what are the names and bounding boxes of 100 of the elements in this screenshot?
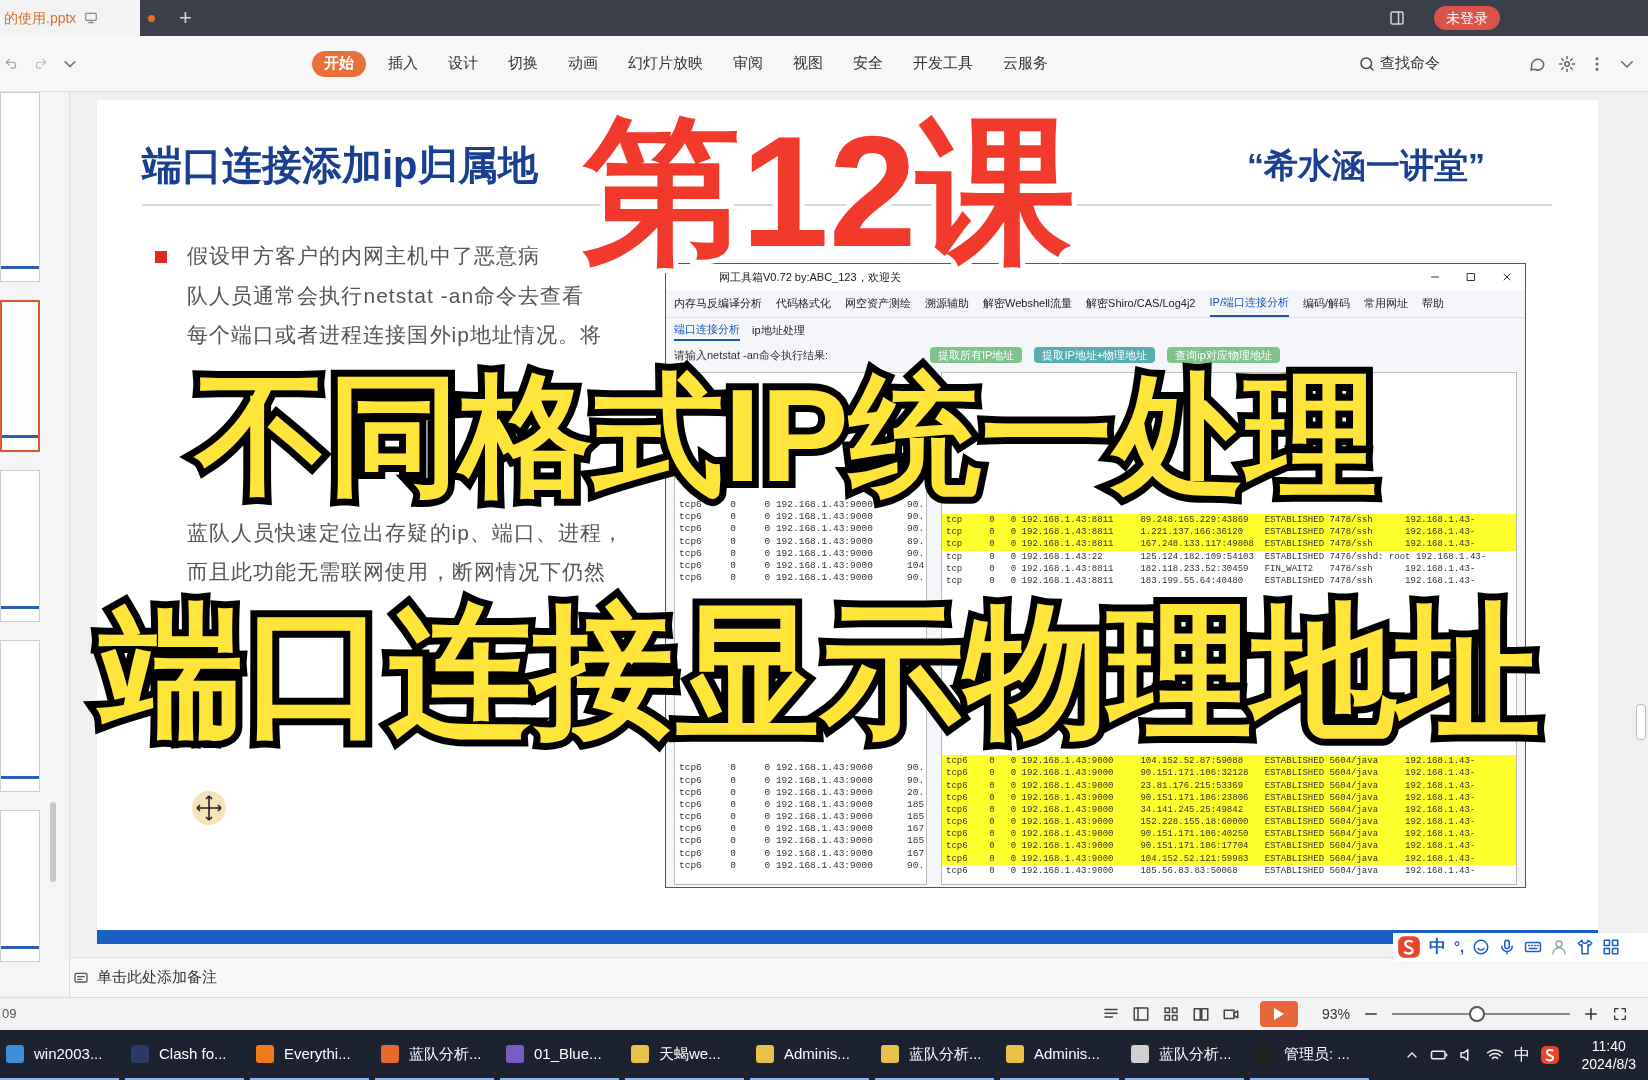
netstat-line: tcp6 0 0 192.168.1.43:9000 90. [678, 774, 926, 787]
ribbon-tab[interactable]: 设计 [440, 50, 486, 77]
result-line: tcp 0 0 192.168.1.43:8811 182.118.233.52:30459 FIN_WAIT2 7478/ssh 192.168.1.43- [945, 562, 1477, 575]
scrollbar[interactable] [1636, 704, 1646, 740]
slide-thumbnail[interactable] [0, 92, 40, 282]
search-command[interactable]: 查找命令 [1358, 52, 1440, 75]
tool-tab[interactable]: 解密Webshell流量 [983, 290, 1073, 317]
ime-logo-icon[interactable] [1539, 1045, 1560, 1065]
app-icon [1129, 1043, 1151, 1065]
paragraph-line: 假设甲方客户的内网主机中了恶意病 [187, 245, 540, 266]
result-line: tcp6 0 0 192.168.1.43:9000 185.56.83.83:50068 ESTABLISHED 5604/java 192.168.1.43- [945, 864, 1477, 877]
ime-punctuation[interactable]: °, [1454, 935, 1465, 959]
app-icon [754, 1043, 776, 1065]
paragraph-line: 而且此功能无需联网使用，断网情况下仍然 [187, 561, 606, 582]
taskbar-item[interactable]: Adminis... [1000, 1030, 1119, 1080]
app-icon [504, 1043, 526, 1065]
ribbon-tab[interactable]: 幻灯片放映 [620, 50, 711, 77]
app-icon [879, 1043, 901, 1065]
tool-tab[interactable]: 帮助 [1422, 290, 1444, 317]
clock[interactable]: 11:40 2024/8/3 [1581, 1037, 1636, 1073]
tool-tab[interactable]: 网空资产测绘 [845, 290, 911, 317]
app-icon [4, 1043, 26, 1065]
page-number: 09 [2, 1005, 17, 1024]
ribbon-tab[interactable]: 动画 [560, 50, 606, 77]
ribbon-tab[interactable]: 开发工具 [905, 50, 981, 77]
netstat-line: tcp6 0 0 192.168.1.43:9000 185 [678, 811, 926, 824]
shirt-icon[interactable] [1576, 938, 1595, 956]
new-tab-button[interactable]: + [179, 7, 192, 29]
reading-view-icon[interactable] [1191, 1005, 1210, 1023]
netstat-line: tcp6 0 0 192.168.1.43:9000 104 [678, 559, 926, 573]
netstat-line: tcp6 0 0 192.168.1.43:9000 185 [678, 798, 926, 812]
zoom-level[interactable]: 93% [1321, 1003, 1350, 1025]
split-view-icon [1388, 9, 1406, 27]
app-icon [1004, 1043, 1026, 1065]
taskbar-item[interactable]: 蓝队分析... [875, 1030, 994, 1080]
input-mode[interactable]: 中 [1513, 1043, 1530, 1067]
netstat-line: tcp6 0 0 192.168.1.43:9000 90. [678, 572, 926, 585]
slide-title: 端口连接添加ip归属地 [142, 145, 538, 185]
taskbar-item[interactable]: 01_Blue... [500, 1030, 619, 1080]
ribbon-tab[interactable]: 切换 [500, 50, 546, 77]
paragraph-line: 队人员通常会执行netstat -an命令去查看 [187, 284, 585, 306]
ribbon-tab[interactable]: 审阅 [725, 50, 771, 77]
taskbar-item[interactable]: 管理员: ... [1250, 1030, 1369, 1080]
slide-thumbnail[interactable] [0, 810, 40, 962]
monitor-icon [84, 11, 99, 25]
slide-thumbnail[interactable] [0, 640, 40, 792]
sub-tab[interactable]: ip地址处理 [752, 319, 805, 341]
tool-tab[interactable]: 编码/解码 [1302, 290, 1350, 317]
play-button[interactable] [1259, 1001, 1298, 1027]
move-cursor-icon [191, 790, 227, 826]
ime-mode[interactable]: 中 [1429, 934, 1446, 960]
slide-brand: “希水涵一讲堂” [1247, 148, 1485, 182]
smiley-icon[interactable] [1472, 938, 1491, 956]
sub-tab[interactable]: 端口连接分析 [674, 319, 740, 341]
netstat-line: tcp6 0 0 192.168.1.43:9000 167 [678, 847, 926, 860]
taskbar-item[interactable]: Clash fo... [125, 1030, 244, 1080]
ribbon-tab[interactable]: 插入 [380, 50, 426, 77]
tool-tab[interactable]: 代码格式化 [776, 290, 831, 317]
tool-tab[interactable]: 内存马反编译分析 [674, 290, 762, 317]
tool-tab[interactable]: 解密Shiro/CAS/Log4j2 [1086, 290, 1196, 317]
netstat-line: tcp6 0 0 192.168.1.43:9000 90. [678, 859, 926, 872]
dropdown-icon[interactable] [64, 59, 76, 68]
settings-icon[interactable] [1558, 54, 1576, 73]
normal-view-icon[interactable] [1131, 1005, 1150, 1023]
tool-tab[interactable]: 常用网址 [1364, 290, 1408, 317]
app-icon [379, 1043, 401, 1065]
taskbar-item[interactable]: win2003... [0, 1030, 119, 1080]
netstat-line: tcp6 0 0 192.168.1.43:9000 90. [678, 511, 926, 524]
grid-menu-icon[interactable] [1602, 938, 1621, 956]
scrollbar[interactable] [50, 802, 56, 882]
ribbon-tab[interactable]: 视图 [785, 50, 831, 77]
taskbar-item[interactable]: 蓝队分析... [1125, 1030, 1244, 1080]
fit-window-icon[interactable] [1612, 1005, 1628, 1023]
netstat-line: tcp6 0 0 192.168.1.43:9000 185 [678, 835, 926, 848]
notes-bar[interactable]: 单击此处添加备注 [70, 957, 1648, 997]
netstat-line: tcp6 0 0 192.168.1.43:9000 90. [678, 762, 926, 775]
slide-thumbnail[interactable] [0, 470, 40, 622]
ribbon-tab[interactable]: 安全 [845, 50, 891, 77]
grid-view-icon[interactable] [1161, 1005, 1180, 1023]
search-icon [1358, 54, 1376, 73]
paragraph-line: 蓝队人员快速定位出存疑的ip、端口、进程， [187, 521, 625, 543]
play-icon [1272, 1007, 1285, 1021]
tool-tab[interactable]: 溯源辅助 [925, 290, 969, 317]
taskbar-item[interactable]: 蓝队分析... [375, 1030, 494, 1080]
ribbon-tab[interactable]: 云服务 [995, 50, 1056, 77]
taskbar-item[interactable]: Everythi... [250, 1030, 369, 1080]
zoom-in-icon[interactable] [1582, 1005, 1600, 1023]
bullet-icon [155, 251, 167, 263]
slide-thumbnail[interactable] [0, 300, 40, 452]
app-icon [254, 1043, 276, 1065]
login-button[interactable]: 未登录 [1434, 6, 1500, 30]
zoom-slider[interactable] [1392, 1006, 1570, 1022]
netstat-line: tcp6 0 0 192.168.1.43:9000 20. [678, 786, 926, 799]
taskbar-item[interactable]: 天蝎we... [625, 1030, 744, 1080]
netstat-line: tcp6 0 0 192.168.1.43:9000 90. [678, 499, 925, 512]
taskbar-item[interactable]: Adminis... [750, 1030, 869, 1080]
tool-tab[interactable]: IP/端口连接分析 [1209, 290, 1289, 317]
netstat-line: tcp6 0 0 192.168.1.43:9000 90. [678, 523, 926, 536]
window-title: 网工具箱V0.72 by:ABC_123，欢迎关 [719, 269, 901, 285]
zoom-slider-thumb[interactable] [1469, 1006, 1486, 1022]
